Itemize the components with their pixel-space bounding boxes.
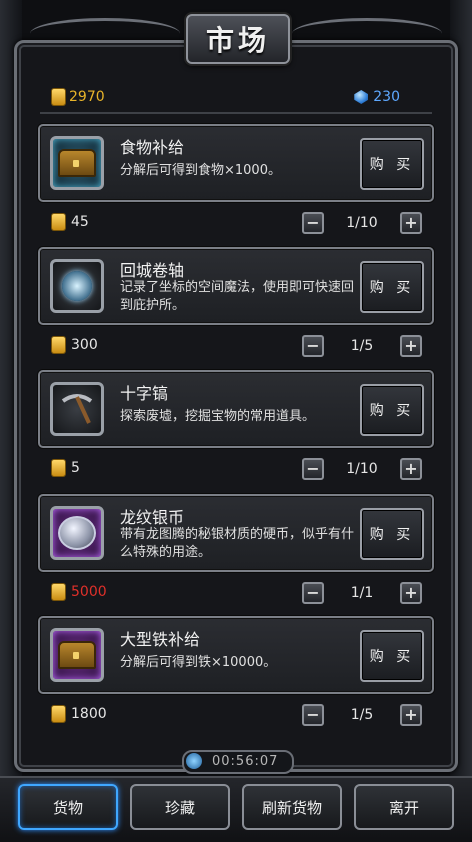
item-price-value: 1800: [71, 706, 107, 722]
bottom-nav: 货物 珍藏 刷新货物 离开: [0, 776, 472, 842]
item-price: 45: [52, 214, 89, 230]
item-card: 食物补给 分解后可得到食物×1000。 购 买: [38, 124, 434, 202]
shop-item: 食物补给 分解后可得到食物×1000。 购 买 45 − 1/10 +: [38, 124, 434, 242]
increase-quantity-button[interactable]: +: [400, 704, 422, 726]
gold-balance: 2970: [52, 89, 105, 105]
item-name: 回城卷轴: [120, 261, 185, 280]
item-card: 十字镐 探索废墟，挖掘宝物的常用道具。 购 买: [38, 370, 434, 448]
decrease-quantity-button[interactable]: −: [302, 458, 324, 480]
refresh-timer: 00:56:07: [182, 750, 294, 774]
decrease-quantity-button[interactable]: −: [302, 335, 324, 357]
item-quantity: 1/5: [350, 338, 374, 354]
item-quantity: 1/10: [346, 461, 378, 477]
gold-coin-icon: [52, 584, 65, 600]
silver-coin-icon: [58, 516, 96, 550]
increase-quantity-button[interactable]: +: [400, 335, 422, 357]
refresh-timer-value: 00:56:07: [212, 754, 279, 769]
leave-button[interactable]: 离开: [354, 784, 454, 830]
buy-button[interactable]: 购 买: [360, 630, 424, 682]
item-price-value: 300: [71, 337, 98, 353]
shop-item: 龙纹银币 带有龙图腾的秘银材质的硬币，似乎有什么特殊的用途。 购 买 5000 …: [38, 494, 434, 612]
item-description: 探索废墟，挖掘宝物的常用道具。: [120, 409, 316, 424]
item-price: 5: [52, 460, 80, 476]
item-name: 大型铁补给: [120, 630, 201, 649]
currency-bar: 2970 230: [40, 86, 432, 114]
item-purchase-row: 300 − 1/5 +: [38, 331, 434, 361]
item-quantity: 1/1: [350, 585, 374, 601]
gold-coin-icon: [52, 89, 65, 105]
tab-goods[interactable]: 货物: [18, 784, 118, 830]
gold-coin-icon: [52, 214, 65, 230]
item-description: 分解后可得到铁×10000。: [120, 655, 277, 670]
gem-balance: 230: [354, 89, 400, 105]
item-purchase-row: 5000 − 1/1 +: [38, 578, 434, 608]
item-purchase-row: 5 − 1/10 +: [38, 454, 434, 484]
pickaxe-icon: [61, 394, 93, 424]
item-card: 大型铁补给 分解后可得到铁×10000。 购 买: [38, 616, 434, 694]
item-description: 记录了坐标的空间魔法，使用即可快速回到庇护所。: [120, 280, 355, 313]
buy-button[interactable]: 购 买: [360, 138, 424, 190]
item-price: 300: [52, 337, 98, 353]
item-card: 龙纹银币 带有龙图腾的秘银材质的硬币，似乎有什么特殊的用途。 购 买: [38, 494, 434, 572]
refresh-goods-button[interactable]: 刷新货物: [242, 784, 342, 830]
gold-coin-icon: [52, 706, 65, 722]
item-card: 回城卷轴 记录了坐标的空间魔法，使用即可快速回到庇护所。 购 买: [38, 247, 434, 325]
item-price: 5000: [52, 584, 107, 600]
item-quantity: 1/5: [350, 707, 374, 723]
gold-coin-icon: [52, 337, 65, 353]
item-price: 1800: [52, 706, 107, 722]
item-price-value: 5: [71, 460, 80, 476]
gem-balance-value: 230: [373, 89, 400, 105]
page-title: 市场: [186, 14, 290, 64]
treasure-chest-icon: [58, 149, 96, 177]
tab-treasures[interactable]: 珍藏: [130, 784, 230, 830]
gem-icon: [354, 90, 369, 104]
item-description: 分解后可得到食物×1000。: [120, 163, 281, 178]
item-icon-frame: [50, 136, 104, 190]
item-name: 十字镐: [120, 384, 169, 403]
item-description: 带有龙图腾的秘银材质的硬币，似乎有什么特殊的用途。: [120, 527, 355, 560]
shop-item: 大型铁补给 分解后可得到铁×10000。 购 买 1800 − 1/5 +: [38, 616, 434, 734]
gold-balance-value: 2970: [69, 89, 105, 105]
decrease-quantity-button[interactable]: −: [302, 704, 324, 726]
increase-quantity-button[interactable]: +: [400, 458, 422, 480]
item-price-value: 5000: [71, 584, 107, 600]
item-purchase-row: 45 − 1/10 +: [38, 208, 434, 238]
item-name: 龙纹银币: [120, 508, 185, 527]
item-icon-frame: [50, 259, 104, 313]
decrease-quantity-button[interactable]: −: [302, 582, 324, 604]
item-icon-frame: [50, 506, 104, 560]
item-icon-frame: [50, 382, 104, 436]
magic-scroll-icon: [62, 271, 92, 301]
buy-button[interactable]: 购 买: [360, 508, 424, 560]
increase-quantity-button[interactable]: +: [400, 582, 422, 604]
buy-button[interactable]: 购 买: [360, 384, 424, 436]
item-name: 食物补给: [120, 138, 185, 157]
item-quantity: 1/10: [346, 215, 378, 231]
item-icon-frame: [50, 628, 104, 682]
title-ornament-right: [292, 18, 442, 49]
gold-coin-icon: [52, 460, 65, 476]
treasure-chest-icon: [58, 641, 96, 669]
increase-quantity-button[interactable]: +: [400, 212, 422, 234]
shop-item: 十字镐 探索废墟，挖掘宝物的常用道具。 购 买 5 − 1/10 +: [38, 370, 434, 488]
buy-button[interactable]: 购 买: [360, 261, 424, 313]
item-price-value: 45: [71, 214, 89, 230]
shop-item: 回城卷轴 记录了坐标的空间魔法，使用即可快速回到庇护所。 购 买 300 − 1…: [38, 247, 434, 365]
title-ornament-left: [30, 18, 180, 49]
item-purchase-row: 1800 − 1/5 +: [38, 700, 434, 730]
decrease-quantity-button[interactable]: −: [302, 212, 324, 234]
timer-icon: [186, 753, 202, 769]
